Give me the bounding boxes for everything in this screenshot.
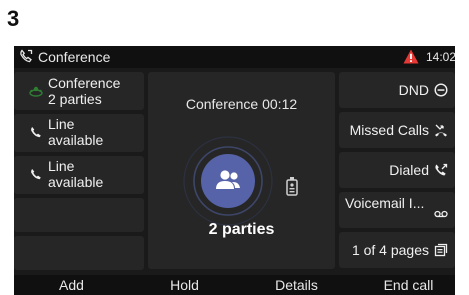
pages-icon (434, 243, 448, 257)
phone-handset-icon (31, 127, 41, 138)
clock-time: 14:02 (426, 50, 455, 64)
group-avatar (183, 136, 273, 226)
dialed-label: Dialed (389, 162, 429, 178)
line-key-conference[interactable]: Conference 2 parties (14, 72, 144, 110)
missed-calls-label: Missed Calls (349, 122, 429, 138)
status-bar: Conference 14:02 (14, 46, 455, 68)
line-key-5[interactable] (14, 236, 144, 270)
softkey-bar: Add Hold Details End call (14, 275, 455, 295)
line-key-label-2: Line (48, 116, 75, 132)
line-key-sublabel-2: available (48, 132, 104, 148)
details-softkey[interactable]: Details (254, 277, 339, 293)
voicemail-icon (434, 210, 448, 218)
line-key-2[interactable]: Line available (14, 114, 144, 152)
line-key-sublabel-3: available (48, 174, 104, 190)
status-title: Conference (38, 49, 111, 65)
missed-calls-key[interactable]: Missed Calls (339, 112, 455, 148)
phone-handset-icon (31, 169, 41, 180)
page-indicator-label: 1 of 4 pages (351, 242, 429, 258)
conference-phone-icon (29, 86, 43, 97)
dnd-key[interactable]: DND (339, 72, 455, 108)
add-softkey[interactable]: Add (29, 277, 114, 293)
line-key-label-3: Line (48, 158, 75, 174)
line-key-sublabel-1: 2 parties (48, 91, 102, 107)
hold-softkey[interactable]: Hold (142, 277, 227, 293)
step-number: 3 (7, 6, 20, 31)
recorder-icon (286, 177, 298, 196)
voicemail-label: Voicemail I... (345, 195, 425, 211)
warning-triangle-icon[interactable] (403, 49, 419, 64)
dialed-key[interactable]: Dialed (339, 152, 455, 188)
do-not-disturb-icon (434, 83, 448, 97)
page-indicator-key[interactable]: 1 of 4 pages (339, 232, 455, 268)
dnd-label: DND (398, 82, 429, 98)
line-key-label-1: Conference (48, 75, 121, 91)
conference-panel: Conference 00:12 2 parties (148, 72, 335, 269)
end-call-softkey[interactable]: End call (366, 277, 451, 293)
parties-count: 2 parties (208, 221, 275, 238)
dialed-calls-icon (435, 163, 448, 176)
line-key-4[interactable] (14, 198, 144, 232)
conference-title: Conference 00:12 (185, 96, 298, 112)
phone-handset-icon (20, 49, 33, 63)
voicemail-key[interactable]: Voicemail I... (339, 192, 455, 228)
missed-calls-icon (435, 124, 447, 137)
phone-screen: Conference 14:02 Conference 2 parties Li… (14, 46, 455, 295)
line-key-3[interactable]: Line available (14, 156, 144, 194)
